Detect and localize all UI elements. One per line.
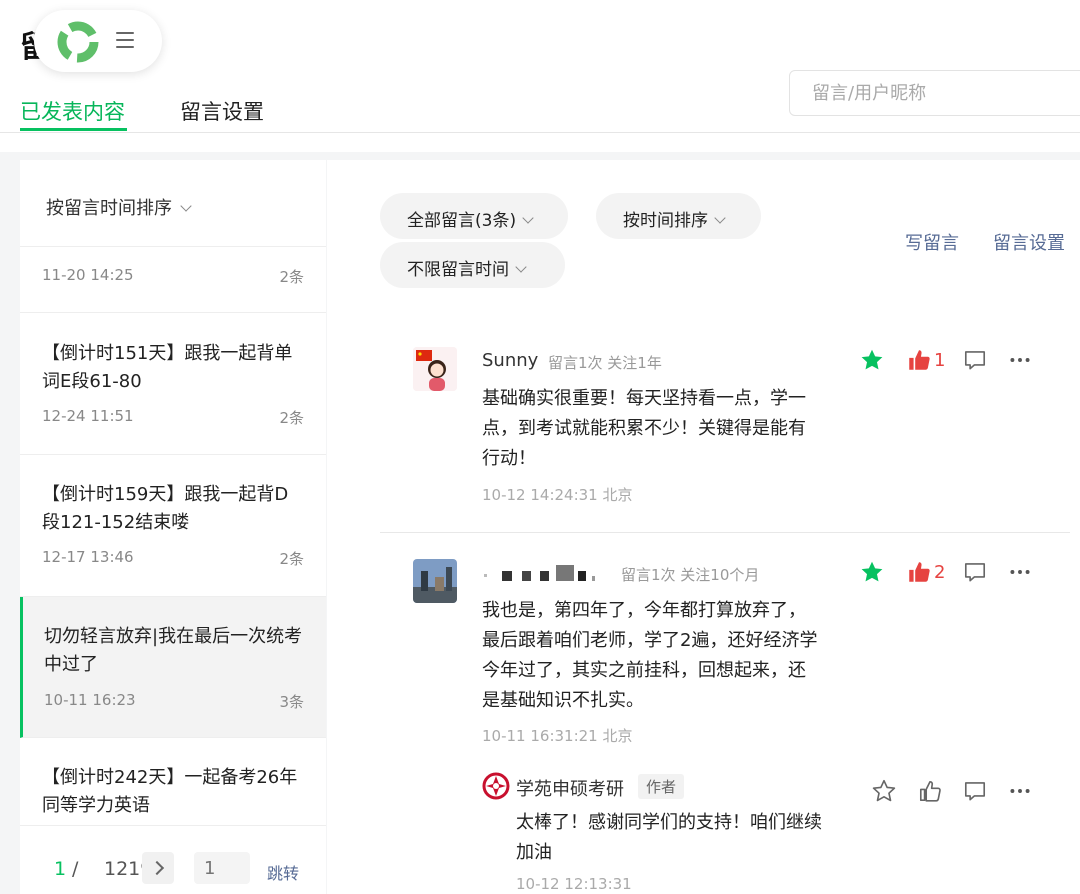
article-sort-dropdown[interactable]: 按留言时间排序	[20, 160, 326, 247]
comment-settings-link[interactable]: 留言设置	[993, 229, 1065, 255]
article-date: 12-17 13:46	[42, 548, 134, 566]
filter-all-comments[interactable]: 全部留言(3条)	[380, 193, 568, 239]
tab-comment-settings[interactable]: 留言设置	[180, 96, 264, 126]
article-date: 11-20 14:25	[42, 266, 134, 284]
like-count: 1	[934, 350, 946, 371]
thumbs-up-outline-icon[interactable]	[917, 778, 943, 804]
page-separator: /	[72, 858, 79, 880]
search-input[interactable]	[810, 82, 1074, 105]
comment-time: 10-11 16:31:21 北京	[482, 727, 633, 745]
article-title: 【倒计时151天】跟我一起背单词E段61-80	[42, 343, 293, 392]
article-title: 切勿轻言放弃|我在最后一次统考中过了	[44, 626, 303, 675]
header-divider	[0, 132, 1080, 133]
star-icon[interactable]	[859, 347, 885, 373]
more-icon[interactable]	[1007, 347, 1033, 373]
current-page: 1	[54, 858, 67, 880]
article-title: 【倒计时242天】一起备考26年同等学力英语	[42, 767, 298, 816]
article-item[interactable]: 【倒计时151天】跟我一起背单词E段61-80 12-24 11:51 2条	[20, 313, 326, 455]
app-switcher[interactable]	[34, 10, 162, 72]
pagination: 1 / 1219 跳转	[20, 825, 326, 894]
comment-time: 10-12 14:24:31 北京	[482, 486, 633, 504]
menu-icon[interactable]	[116, 32, 134, 48]
article-comment-count: 2条	[279, 550, 304, 568]
article-item[interactable]: 【倒计时159天】跟我一起背D段121-152结束喽 12-17 13:46 2…	[20, 455, 326, 597]
chevron-down-icon	[522, 212, 534, 224]
article-item[interactable]: 【倒计时242天】一起备考26年同等学力英语	[20, 738, 326, 828]
tab-published[interactable]: 已发表内容	[20, 96, 125, 126]
author-logo-icon	[482, 772, 510, 800]
filter-sort[interactable]: 按时间排序	[596, 193, 761, 239]
article-date: 12-24 11:51	[42, 407, 134, 425]
author-badge: 作者	[638, 774, 685, 799]
reply-text: 太棒了！感谢同学们的支持！咱们继续 加油	[516, 812, 822, 863]
like-count: 2	[934, 562, 946, 583]
article-comment-count: 3条	[279, 693, 304, 711]
article-comment-count: 2条	[279, 409, 304, 427]
filter-time[interactable]: 不限留言时间	[380, 242, 565, 288]
search-box[interactable]	[789, 70, 1080, 116]
more-icon[interactable]	[1007, 778, 1033, 804]
comment-icon[interactable]	[962, 559, 988, 585]
next-page-button[interactable]	[142, 852, 174, 884]
chevron-right-icon	[149, 860, 165, 876]
commenter-name: Sunny	[482, 350, 539, 371]
thumbs-up-icon[interactable]	[906, 559, 932, 585]
filter-sort-label: 按时间排序	[623, 211, 708, 231]
article-item-selected[interactable]: 切勿轻言放弃|我在最后一次统考中过了 10-11 16:23 3条	[20, 597, 326, 738]
comment-text: 我也是，第四年了，今年都打算放弃了， 最后跟着咱们老师，学了2遍，还好经济学 今…	[482, 600, 818, 711]
reply-author-name: 学苑申硕考研	[516, 779, 624, 800]
filter-all-label: 全部留言(3条)	[407, 211, 517, 231]
thumbs-up-icon[interactable]	[906, 347, 932, 373]
article-item[interactable]: 11-20 14:25 2条	[20, 246, 326, 313]
article-date: 10-11 16:23	[44, 691, 136, 709]
comment-icon[interactable]	[962, 347, 988, 373]
more-icon[interactable]	[1007, 559, 1033, 585]
logo-icon	[57, 21, 99, 63]
filter-time-label: 不限留言时间	[407, 260, 509, 280]
article-title: 【倒计时159天】跟我一起背D段121-152结束喽	[42, 484, 289, 533]
commenter-meta: 留言1次 关注1年	[548, 354, 662, 372]
comment-icon[interactable]	[962, 778, 988, 804]
page-jump-input[interactable]	[194, 852, 250, 884]
article-comment-count: 2条	[279, 268, 304, 286]
chevron-down-icon	[714, 212, 726, 224]
sort-label: 按留言时间排序	[46, 198, 172, 219]
commenter-name-redacted	[482, 562, 610, 582]
comment-divider	[380, 532, 1070, 533]
star-outline-icon[interactable]	[871, 778, 897, 804]
chevron-down-icon	[180, 200, 192, 212]
write-comment-link[interactable]: 写留言	[905, 229, 959, 255]
comment-text: 基础确实很重要！每天坚持看一点，学一 点，到考试就能积累不少！关键得是能有 行动…	[482, 388, 806, 469]
commenter-meta: 留言1次 关注10个月	[621, 566, 760, 584]
avatar[interactable]	[413, 347, 457, 391]
comments-panel: 全部留言(3条) 按时间排序 不限留言时间 写留言 留言设置 Sunny 留言1…	[327, 160, 1080, 894]
article-list-panel: 按留言时间排序 11-20 14:25 2条 【倒计时151天】跟我一起背单词E…	[20, 160, 326, 894]
jump-button[interactable]: 跳转	[267, 860, 299, 884]
chevron-down-icon	[515, 261, 527, 273]
reply-time: 10-12 12:13:31	[516, 875, 632, 893]
avatar[interactable]	[413, 559, 457, 603]
active-tab-indicator	[20, 128, 127, 131]
star-icon[interactable]	[859, 559, 885, 585]
